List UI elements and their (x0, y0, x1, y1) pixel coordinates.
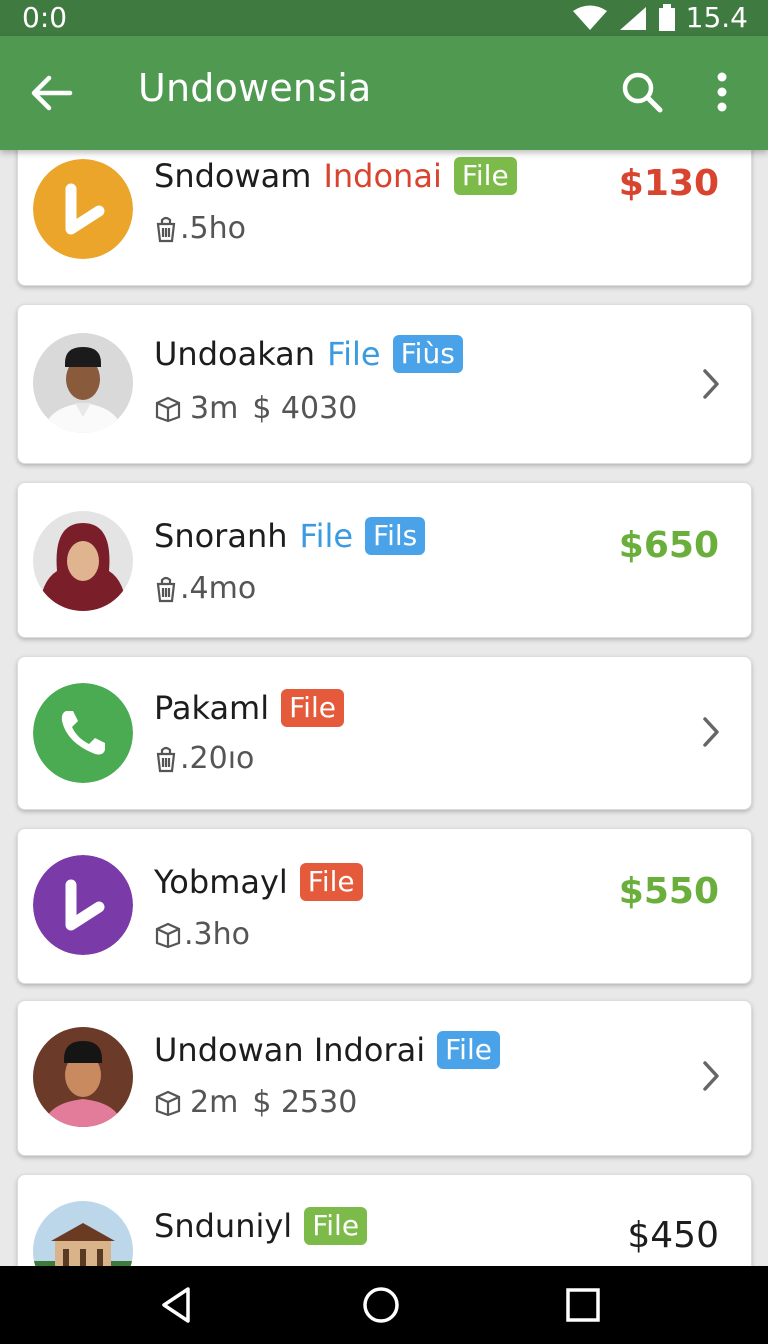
bag-icon (155, 396, 181, 422)
status-bar: 0:0 15.4 (0, 0, 768, 36)
avatar (33, 511, 133, 611)
list-item[interactable]: Undowan Indorai File 2m $ 2530 (17, 1000, 752, 1156)
item-title: Pakaml File (154, 689, 344, 727)
bag-icon (156, 576, 176, 602)
item-name-accent: File (299, 517, 354, 555)
item-meta: .5ho (154, 211, 246, 246)
more-options-button[interactable] (704, 70, 740, 116)
file-list: Sndowam Indonai File .5ho $130 Undoakan … (0, 150, 768, 1266)
status-time: 0:0 (22, 1, 68, 34)
item-name-accent: Indonai (323, 157, 442, 195)
triangle-back-icon (162, 1287, 190, 1323)
item-price: $450 (627, 1215, 719, 1256)
list-item[interactable]: Undoakan File Fiùs 3m $ 4030 (17, 304, 752, 464)
item-price: $550 (618, 871, 719, 912)
list-item[interactable]: Sndowam Indonai File .5ho $130 (17, 150, 752, 286)
list-item[interactable]: Yobmayl File .3ho $550 (17, 828, 752, 984)
item-title: Snoranh File Fils (154, 517, 426, 555)
item-name: Sndowam (154, 157, 312, 195)
list-item[interactable]: Snoranh File Fils .4mo $650 (17, 482, 752, 638)
item-meta: 2m $ 2530 (154, 1085, 357, 1120)
item-name: Undoakan (154, 335, 316, 373)
avatar (33, 333, 133, 433)
item-duration: .20ıo (180, 741, 255, 776)
bag-icon (156, 216, 176, 242)
avatar (33, 1201, 133, 1266)
item-duration: .5ho (180, 211, 246, 246)
signal-icon (619, 6, 646, 30)
file-badge: Fils (365, 517, 426, 555)
battery-icon (658, 3, 675, 31)
person-avatar-icon (33, 1027, 133, 1127)
arrow-left-icon (31, 75, 73, 111)
file-badge: File (437, 1031, 500, 1069)
page-title: Undowensia (138, 66, 372, 110)
item-name: Snduniyl (154, 1207, 293, 1245)
nav-home-button[interactable] (360, 1284, 402, 1326)
bag-icon (155, 1090, 181, 1116)
item-meta-price: $ 4030 (252, 391, 358, 426)
nav-recents-button[interactable] (562, 1284, 604, 1326)
list-item[interactable]: Snduniyl File $450 (17, 1174, 752, 1266)
play-logo-icon (33, 855, 133, 955)
square-recents-icon (566, 1288, 600, 1322)
search-button[interactable] (620, 70, 664, 114)
building-avatar-icon (33, 1201, 133, 1266)
item-price: $650 (618, 525, 719, 566)
circle-home-icon (363, 1287, 399, 1323)
avatar (33, 1027, 133, 1127)
item-title: Yobmayl File (154, 863, 363, 901)
item-meta-price: $ 2530 (252, 1085, 358, 1120)
back-button[interactable] (28, 70, 74, 116)
file-badge: Fiùs (392, 335, 463, 373)
item-title: Sndowam Indonai File (154, 157, 517, 195)
person-avatar-icon (33, 333, 133, 433)
screen: 0:0 15.4 Undowensia Sndowam Indonai File… (0, 0, 768, 1344)
bag-icon (155, 922, 181, 948)
item-meta: 3m $ 4030 (154, 391, 357, 426)
file-badge: File (453, 157, 517, 195)
status-icons: 15.4 (572, 1, 748, 34)
avatar (33, 159, 133, 259)
more-vert-icon (717, 72, 727, 112)
chevron-right-icon[interactable] (699, 1059, 723, 1093)
item-duration: .4mo (180, 571, 257, 606)
wifi-icon (572, 5, 607, 30)
item-price: $130 (618, 163, 719, 204)
bag-icon (156, 746, 176, 772)
item-title: Snduniyl File (154, 1207, 368, 1245)
item-name: Yobmayl (154, 863, 288, 901)
search-icon (622, 72, 663, 113)
item-name: Undowan Indorai (154, 1031, 426, 1069)
person-avatar-icon (33, 511, 133, 611)
app-bar: Undowensia (0, 36, 768, 150)
item-title: Undoakan File Fiùs (154, 335, 463, 373)
item-meta: .4mo (154, 571, 256, 606)
file-badge: File (304, 1207, 368, 1245)
status-battery-text: 15.4 (685, 1, 748, 34)
item-name-accent: File (327, 335, 381, 373)
item-duration: 2m (190, 1085, 239, 1120)
item-duration: .3ho (184, 917, 250, 952)
chevron-right-icon[interactable] (699, 715, 723, 749)
chevron-right-icon[interactable] (699, 367, 723, 401)
item-title: Undowan Indorai File (154, 1031, 500, 1069)
item-meta: .3ho (154, 917, 250, 952)
avatar (33, 855, 133, 955)
item-meta: .20ıo (154, 741, 254, 776)
list-item[interactable]: Pakaml File .20ıo (17, 656, 752, 810)
item-name: Snoranh (154, 517, 288, 555)
file-badge: File (281, 689, 344, 727)
nav-back-button[interactable] (156, 1284, 198, 1326)
item-duration: 3m (190, 391, 239, 426)
avatar (33, 683, 133, 783)
file-badge: File (299, 863, 363, 901)
play-logo-icon (33, 159, 133, 259)
system-nav-bar (0, 1266, 768, 1344)
phone-icon (33, 683, 133, 783)
item-name: Pakaml (154, 689, 270, 727)
